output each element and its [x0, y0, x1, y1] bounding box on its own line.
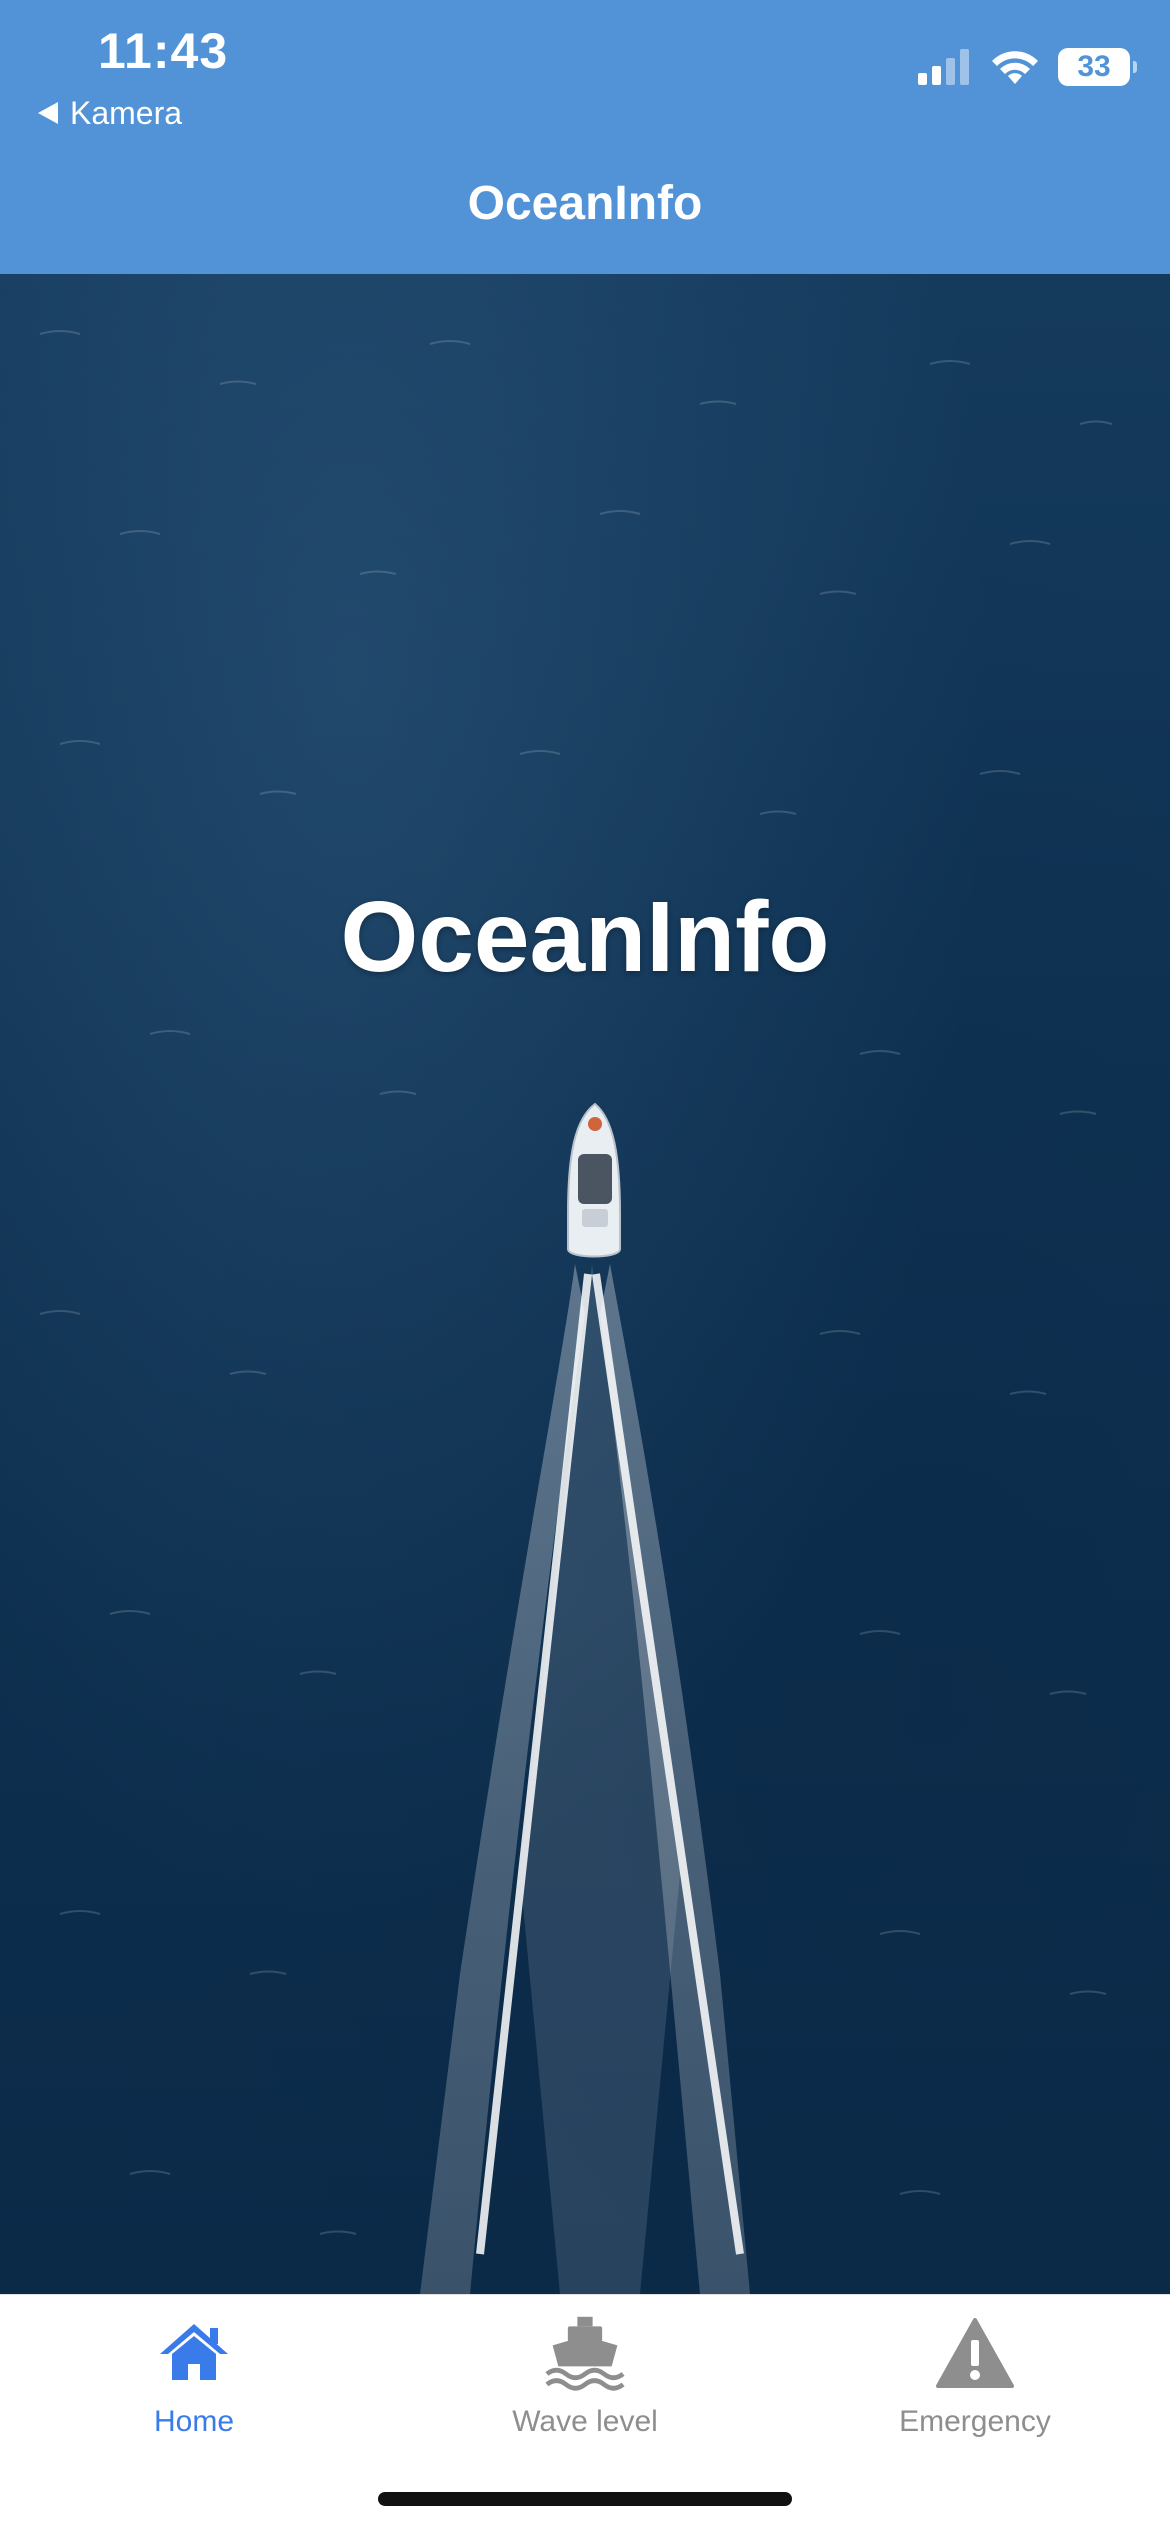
tab-home-label: Home [153, 2405, 235, 2438]
ship-icon [545, 2313, 625, 2393]
tab-home[interactable]: Home [64, 2313, 324, 2453]
boat-wake [420, 1264, 750, 2294]
home-icon [154, 2313, 234, 2393]
boat [567, 1102, 621, 1258]
app-header: 11:43 Kamera 33 OceanInfo [0, 0, 1170, 274]
wifi-icon [992, 51, 1038, 84]
battery-level: 33 [1077, 50, 1111, 83]
warning-icon [935, 2313, 1015, 2393]
back-label: Kamera [70, 94, 183, 131]
tab-emergency-label: Emergency [899, 2405, 1051, 2438]
ocean-texture [39, 330, 1113, 2294]
status-indicators: 33 [918, 48, 1137, 86]
status-time: 11:43 [98, 23, 229, 79]
tab-emergency[interactable]: Emergency [845, 2313, 1105, 2453]
nav-title: OceanInfo [467, 177, 703, 230]
tab-wave-level[interactable]: Wave level [455, 2313, 715, 2453]
hero-title: OceanInfo [340, 881, 830, 993]
home-indicator [378, 2492, 792, 2506]
tab-wave-level-label: Wave level [512, 2405, 658, 2438]
battery-indicator: 33 [1058, 48, 1137, 86]
hero-image: OceanInfo [0, 274, 1170, 2294]
back-triangle-icon [38, 102, 58, 124]
signal-icon [918, 49, 969, 85]
back-to-camera-link[interactable]: Kamera [38, 90, 182, 136]
